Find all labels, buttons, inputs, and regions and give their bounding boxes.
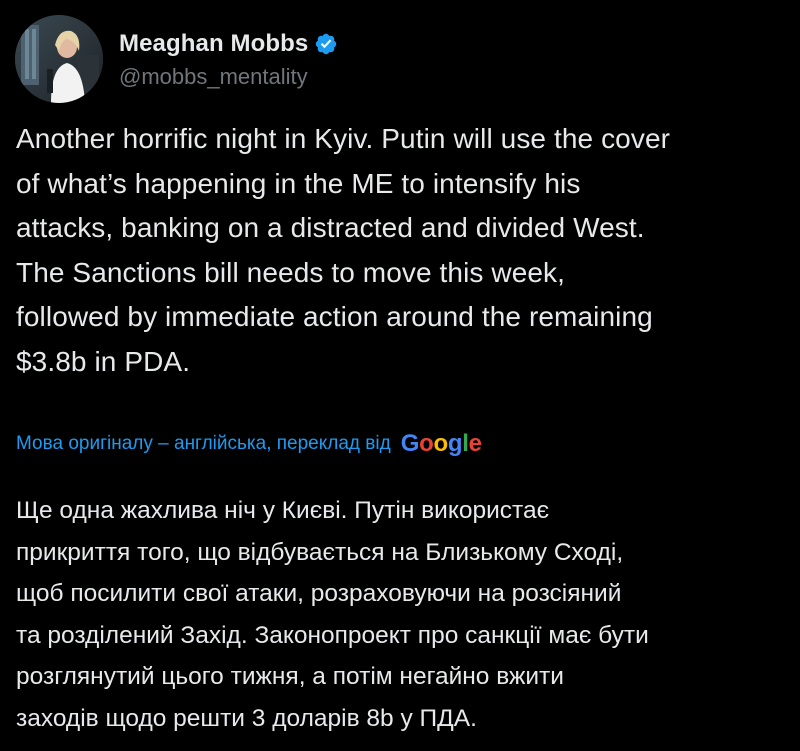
translation-label[interactable]: Мова оригіналу – англійська, переклад ві… — [16, 433, 391, 455]
author-names: Meaghan Mobbs @mobbs_mentality — [119, 28, 338, 90]
display-name[interactable]: Meaghan Mobbs — [119, 30, 308, 58]
tweet-text: Another horrific night in Kyiv. Putin wi… — [16, 123, 671, 377]
google-letter: g — [447, 430, 463, 457]
google-logo: Google — [401, 430, 482, 458]
tweet-header: Meaghan Mobbs @mobbs_mentality — [15, 14, 338, 104]
google-letter: o — [419, 430, 434, 457]
google-letter: e — [468, 430, 482, 457]
translation-attribution[interactable]: Мова оригіналу – англійська, переклад ві… — [16, 426, 482, 462]
google-letter: G — [400, 430, 420, 457]
google-letter: o — [433, 430, 448, 457]
translated-text: Ще одна жахлива ніч у Києві. Путін викор… — [16, 497, 649, 732]
tweet: Meaghan Mobbs @mobbs_mentality Another h… — [0, 0, 800, 751]
name-row: Meaghan Mobbs — [119, 28, 338, 60]
author-handle[interactable]: @mobbs_mentality — [119, 64, 338, 90]
profile-avatar[interactable] — [15, 15, 103, 103]
verified-badge-icon — [314, 32, 338, 56]
